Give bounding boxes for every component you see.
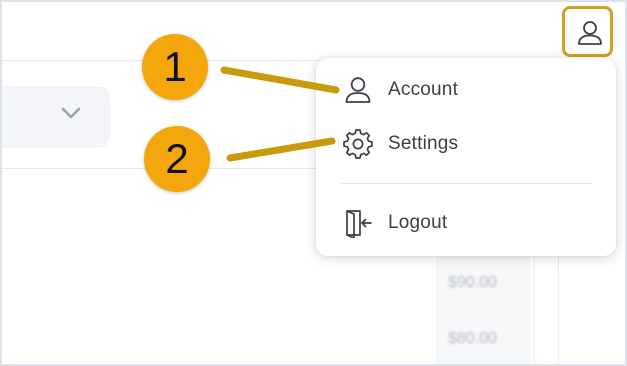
callout-connectors	[220, 66, 340, 162]
callout-badge-1: 1	[142, 34, 208, 100]
app-frame: $90.00 $80.00 Account Settings Logout 1 …	[2, 2, 625, 364]
callout-badge-2: 2	[144, 126, 210, 192]
